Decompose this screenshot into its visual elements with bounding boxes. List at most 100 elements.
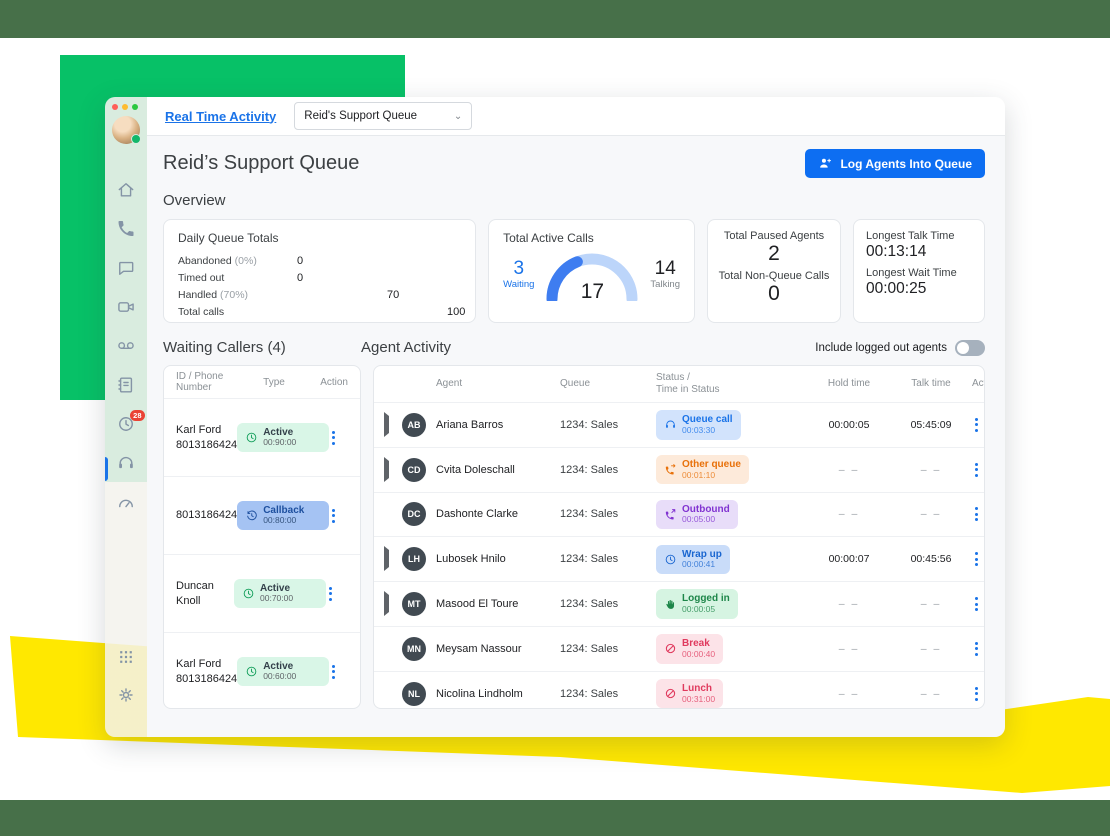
expand-row-icon[interactable] [384, 457, 389, 482]
agent-actions-menu[interactable] [972, 549, 981, 569]
total-nonqueue-calls-value: 0 [716, 282, 832, 306]
daily-queue-bar: 0 [282, 274, 440, 282]
sidebar-item-voicemail[interactable] [116, 336, 136, 356]
agent-actions-menu[interactable] [972, 415, 981, 435]
expand-row-icon[interactable] [384, 591, 389, 616]
log-agents-button[interactable]: Log Agents Into Queue [805, 149, 985, 178]
expand-row-icon[interactable] [384, 412, 389, 437]
headset-icon [664, 418, 677, 431]
daily-queue-bar: 100 [282, 308, 440, 316]
sidebar-item-settings-gear[interactable] [116, 685, 136, 705]
agent-status-badge: Lunch00:31:00 [656, 679, 723, 708]
close-window-icon[interactable] [112, 104, 118, 110]
time-value: 00:00:05 [808, 419, 890, 431]
clock-icon [242, 587, 255, 600]
talking-stat: 14 Talking [650, 259, 680, 290]
sidebar-item-video[interactable] [116, 297, 136, 317]
chat-icon [116, 258, 136, 278]
user-avatar[interactable] [112, 116, 140, 144]
agent-actions-menu[interactable] [972, 504, 981, 524]
agent-avatar: AB [402, 413, 426, 437]
longest-talk-time-label: Longest Talk Time [866, 230, 972, 242]
agent-status-badge: Outbound00:05:00 [656, 500, 738, 529]
decor-bottom-bar [0, 800, 1110, 836]
agent-queue: 1234: Sales [560, 553, 656, 565]
caller-type-badge: Callback00:80:00 [237, 501, 329, 530]
waiting-caller-row: Karl Ford8013186424 Active00:90:00 [164, 398, 360, 476]
caller-type-badge: Active00:70:00 [234, 579, 326, 608]
caller-actions-menu[interactable] [329, 506, 351, 526]
agent-row: DC Dashonte Clarke 1234: Sales Outbound0… [374, 492, 984, 537]
phone-outbound-icon [664, 508, 677, 521]
include-logged-out-toggle[interactable] [955, 340, 985, 356]
agent-name: Masood El Toure [436, 598, 560, 610]
daily-queue-value: 0 [297, 255, 303, 267]
waiting-caller-row: 8013186424 Callback00:80:00 [164, 476, 360, 554]
agent-status-badge: Queue call00:03:30 [656, 410, 741, 439]
sidebar-item-phone[interactable] [116, 219, 136, 239]
daily-queue-rows: Abandoned (0%) 0 Timed out 0 Handled (70… [178, 254, 461, 318]
agent-row: NL Nicolina Lindholm 1234: Sales Lunch00… [374, 671, 984, 709]
waiting-stat: 3 Waiting [503, 259, 534, 290]
total-nonqueue-calls-label: Total Non-Queue Calls [716, 270, 832, 282]
caller-type-badge: Active00:60:00 [237, 657, 329, 686]
longest-wait-time-value: 00:00:25 [866, 279, 972, 299]
agent-row: MN Meysam Nassour 1234: Sales Break00:00… [374, 626, 984, 671]
agent-name: Nicolina Lindholm [436, 688, 560, 700]
time-empty: – – [890, 508, 972, 520]
sidebar-item-dashboard[interactable] [116, 492, 136, 512]
longest-times-card: Longest Talk Time 00:13:14 Longest Wait … [853, 219, 985, 323]
daily-queue-value: 0 [297, 272, 303, 284]
time-empty: – – [808, 598, 890, 610]
page-body: Reid’s Support Queue Log Agents Into Que… [147, 136, 1005, 709]
agent-activity-heading: Agent Activity [361, 339, 451, 356]
clock-icon [664, 553, 677, 566]
daily-queue-row: Handled (70%) 70 [178, 288, 461, 301]
time-empty: – – [890, 598, 972, 610]
agent-queue: 1234: Sales [560, 464, 656, 476]
queue-selector-dropdown[interactable]: Reid's Support Queue ⌄ [294, 102, 472, 130]
video-icon [116, 297, 136, 317]
real-time-activity-link[interactable]: Real Time Activity [165, 109, 276, 124]
waiting-callers-header: ID / Phone Number Type Action [164, 366, 360, 398]
agent-actions-menu[interactable] [972, 594, 981, 614]
daily-queue-totals-title: Daily Queue Totals [178, 231, 461, 245]
agent-row: CD Cvita Doleschall 1234: Sales Other qu… [374, 447, 984, 492]
active-calls-gauge: 17 [544, 249, 640, 301]
sidebar-item-chat[interactable] [116, 258, 136, 278]
agent-queue: 1234: Sales [560, 598, 656, 610]
window-controls[interactable] [105, 97, 147, 114]
sidebar-item-headset[interactable] [116, 453, 136, 473]
agent-actions-menu[interactable] [972, 684, 981, 704]
caller-type-badge: Active00:90:00 [237, 423, 329, 452]
time-empty: – – [890, 643, 972, 655]
sidebar-item-home[interactable] [116, 180, 136, 200]
dashboard-icon [116, 492, 136, 512]
phone-icon [116, 219, 136, 239]
time-value: 05:45:09 [890, 419, 972, 431]
total-calls-value: 17 [544, 280, 640, 304]
maximize-window-icon[interactable] [132, 104, 138, 110]
overview-cards: Daily Queue Totals Abandoned (0%) 0 Time… [163, 219, 985, 323]
sidebar-item-call-history[interactable]: 28 [116, 414, 136, 434]
contacts-icon [116, 375, 136, 395]
caller-actions-menu[interactable] [329, 428, 351, 448]
waiting-caller-row: Duncan Knoll Active00:70:00 [164, 554, 360, 632]
agent-actions-menu[interactable] [972, 639, 981, 659]
phone-slash-icon [664, 687, 677, 700]
expand-row-icon[interactable] [384, 546, 389, 571]
sidebar-item-contacts[interactable] [116, 375, 136, 395]
longest-talk-time-value: 00:13:14 [866, 242, 972, 262]
sidebar-item-apps-grid[interactable] [116, 647, 136, 667]
paused-agents-card: Total Paused Agents 2 Total Non-Queue Ca… [707, 219, 841, 323]
agent-actions-menu[interactable] [972, 460, 981, 480]
agent-avatar: DC [402, 502, 426, 526]
caller-actions-menu[interactable] [326, 584, 348, 604]
daily-queue-bar: 0 [282, 257, 440, 265]
waiting-caller-row: Karl Ford8013186424 Active00:60:00 [164, 632, 360, 709]
caller-actions-menu[interactable] [329, 662, 351, 682]
minimize-window-icon[interactable] [122, 104, 128, 110]
agent-row: AB Ariana Barros 1234: Sales Queue call0… [374, 402, 984, 447]
agent-queue: 1234: Sales [560, 508, 656, 520]
waiting-callers-table: ID / Phone Number Type Action Karl Ford8… [163, 365, 361, 709]
